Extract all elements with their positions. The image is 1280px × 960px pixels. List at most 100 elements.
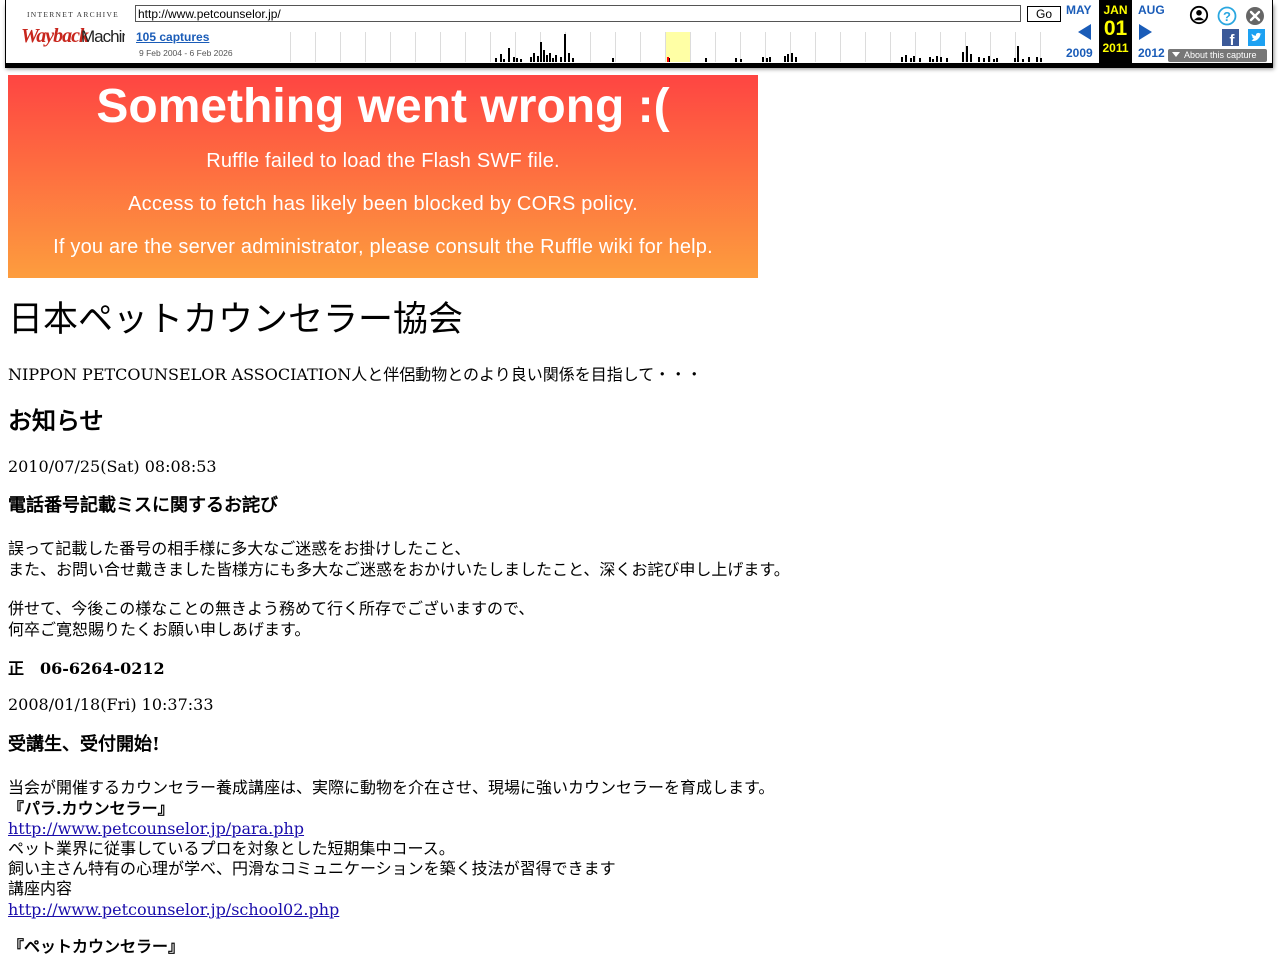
error-line-1: Ruffle failed to load the Flash SWF file…: [206, 150, 560, 172]
capture-bar[interactable]: [766, 58, 768, 62]
capture-bar[interactable]: [966, 46, 968, 62]
capture-bar[interactable]: [913, 56, 915, 62]
capture-bar[interactable]: [543, 50, 545, 62]
capture-bar[interactable]: [740, 59, 742, 62]
capture-bar[interactable]: [537, 56, 539, 62]
capture-bar[interactable]: [1017, 46, 1019, 62]
sparkline-year-divider: [315, 32, 316, 62]
capture-bar[interactable]: [769, 57, 771, 62]
ruffle-error-panel: Something went wrong :( Ruffle failed to…: [8, 75, 758, 278]
capture-bar[interactable]: [546, 55, 548, 62]
capture-bar[interactable]: [919, 58, 921, 62]
news-date: 2010/07/25(Sat) 08:08:53: [8, 457, 217, 476]
capture-bar[interactable]: [787, 54, 789, 62]
capture-bar[interactable]: [1014, 58, 1016, 62]
capture-bar[interactable]: [784, 56, 786, 62]
sparkline-year-divider: [790, 32, 791, 62]
captures-link[interactable]: 105 captures: [136, 30, 209, 44]
capture-bar[interactable]: [549, 53, 551, 62]
wayback-logo[interactable]: INTERNET ARCHIVE Wayback Machine: [21, 6, 131, 50]
next-capture-arrow-icon[interactable]: [1139, 24, 1152, 40]
next-year-link[interactable]: 2012: [1138, 46, 1165, 60]
capture-bar[interactable]: [905, 55, 907, 62]
capture-bar[interactable]: [552, 58, 554, 62]
sparkline-year-divider: [815, 32, 816, 62]
course-name: 『パラ.カウンセラー』: [8, 799, 174, 818]
capture-bar[interactable]: [530, 57, 532, 62]
capture-bar[interactable]: [540, 42, 542, 62]
capture-bar[interactable]: [520, 59, 522, 62]
sparkline-year-divider: [765, 32, 766, 62]
capture-bar[interactable]: [572, 58, 574, 62]
capture-bar[interactable]: [978, 57, 980, 62]
prev-month-link[interactable]: MAY: [1066, 3, 1092, 17]
capture-bar[interactable]: [705, 58, 707, 62]
sparkline-year-divider: [1015, 32, 1016, 62]
sparkline-year-divider: [290, 32, 291, 62]
news-text-line: ペット業界に従事しているプロを対象とした短期集中コース。: [8, 839, 455, 858]
course-link[interactable]: http://www.petcounselor.jp/school02.php: [8, 900, 339, 919]
close-icon[interactable]: [1245, 6, 1265, 26]
capture-bar[interactable]: [1036, 57, 1038, 62]
svg-text:Machine: Machine: [81, 27, 125, 46]
capture-bar[interactable]: [555, 55, 557, 62]
facebook-icon[interactable]: f: [1222, 29, 1239, 46]
capture-range: 9 Feb 2004 - 6 Feb 2026: [139, 48, 233, 58]
capture-bar[interactable]: [962, 52, 964, 62]
sparkline-year-divider: [415, 32, 416, 62]
capture-bar[interactable]: [940, 57, 942, 62]
sparkline-year-divider: [490, 32, 491, 62]
next-month-link[interactable]: AUG: [1138, 3, 1165, 17]
capture-bar[interactable]: [564, 34, 566, 62]
capture-bar[interactable]: [503, 59, 505, 62]
capture-bar[interactable]: [500, 54, 502, 62]
site-tagline: NIPPON PETCOUNSELOR ASSOCIATION人と伴侶動物とのよ…: [8, 365, 703, 384]
capture-bar[interactable]: [735, 58, 737, 62]
capture-bar[interactable]: [560, 57, 562, 62]
help-icon[interactable]: ?: [1217, 6, 1237, 26]
news-text-line: 併せて、今後この様なことの無きよう務めて行く所存でございますので、: [8, 599, 535, 618]
capture-bar[interactable]: [983, 58, 985, 62]
prev-year-link[interactable]: 2009: [1066, 46, 1093, 60]
capture-bar[interactable]: [516, 58, 518, 62]
capture-bar[interactable]: [932, 59, 934, 62]
capture-bar[interactable]: [910, 58, 912, 62]
current-year: 2011: [1102, 41, 1129, 55]
capture-bar[interactable]: [946, 58, 948, 62]
sparkline-year-divider: [440, 32, 441, 62]
go-button[interactable]: Go: [1027, 6, 1061, 22]
sparkline-year-divider: [740, 32, 741, 62]
capture-bar[interactable]: [533, 53, 535, 62]
capture-bar[interactable]: [970, 54, 972, 62]
capture-bar[interactable]: [993, 59, 995, 62]
capture-bar[interactable]: [513, 57, 515, 62]
capture-bar[interactable]: [495, 58, 497, 62]
capture-bar[interactable]: [1022, 59, 1024, 62]
sparkline-year-divider: [915, 32, 916, 62]
prev-capture-arrow-icon[interactable]: [1078, 24, 1091, 40]
capture-bar[interactable]: [612, 58, 614, 62]
course-link[interactable]: http://www.petcounselor.jp/para.php: [8, 819, 304, 838]
error-line-3: If you are the server administrator, ple…: [8, 236, 758, 259]
url-input[interactable]: [135, 5, 1021, 22]
user-account-icon[interactable]: [1189, 5, 1209, 25]
news-text-line: 講座内容: [8, 879, 73, 898]
sparkline-year-divider: [340, 32, 341, 62]
about-capture-button[interactable]: About this capture: [1168, 49, 1267, 62]
capture-bar[interactable]: [929, 57, 931, 62]
capture-bar[interactable]: [988, 56, 990, 62]
capture-bar[interactable]: [936, 56, 938, 62]
capture-bar[interactable]: [791, 53, 793, 62]
capture-bar[interactable]: [901, 57, 903, 62]
svg-text:Wayback: Wayback: [21, 25, 89, 47]
capture-bar[interactable]: [795, 57, 797, 62]
capture-bar[interactable]: [1040, 58, 1042, 62]
capture-bar[interactable]: [568, 53, 570, 62]
error-line-2: Access to fetch has likely been blocked …: [128, 193, 638, 215]
capture-bar[interactable]: [996, 58, 998, 62]
capture-bar[interactable]: [1028, 57, 1030, 62]
twitter-icon[interactable]: [1248, 29, 1265, 46]
capture-bar[interactable]: [508, 48, 510, 62]
capture-bar[interactable]: [762, 57, 764, 62]
capture-sparkline[interactable]: [284, 32, 1062, 62]
